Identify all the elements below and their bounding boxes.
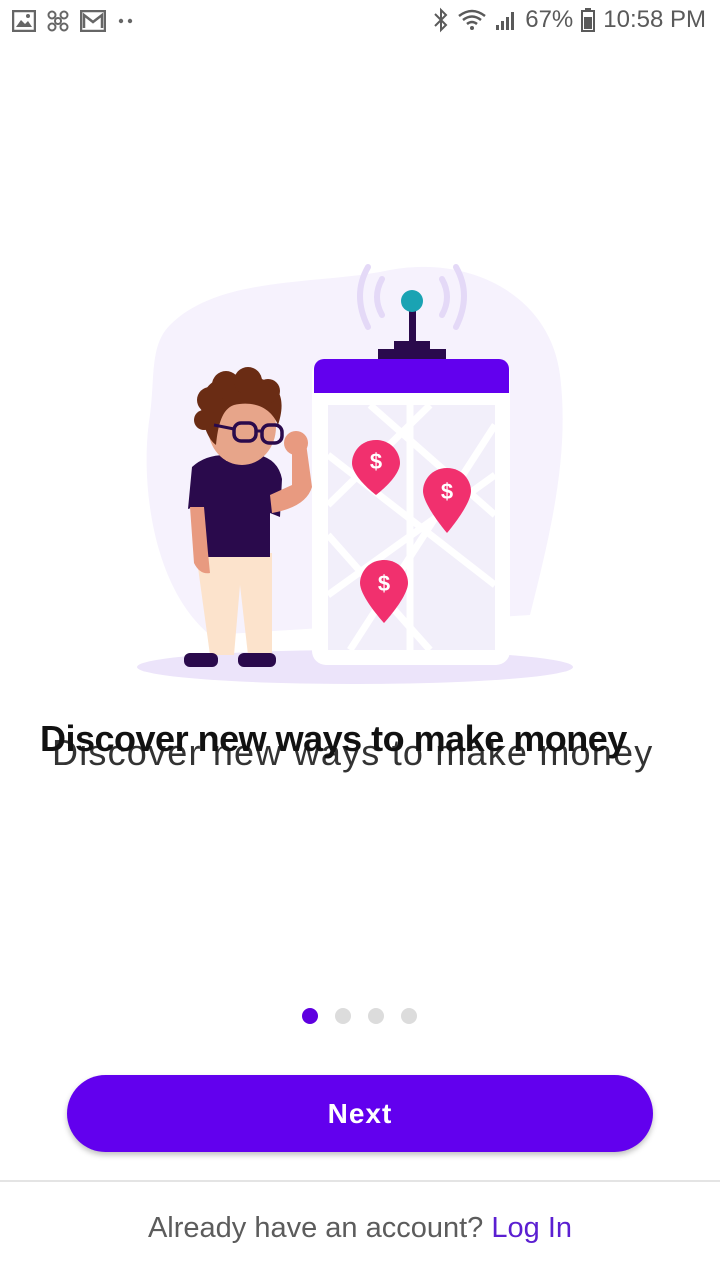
login-prompt-text: Already have an account?	[147, 1212, 484, 1244]
person-with-map-phone-illustration: $ $ $	[137, 264, 573, 684]
headline-area: Discover new ways to make money Discover…	[0, 718, 720, 798]
fan-icon	[47, 10, 69, 32]
next-button[interactable]: Next	[67, 1075, 653, 1152]
battery-icon	[581, 8, 596, 32]
svg-text:$: $	[441, 479, 453, 504]
wifi-icon	[458, 9, 486, 30]
bluetooth-icon	[434, 7, 448, 33]
divider	[0, 1180, 720, 1182]
clock: 10:58 PM	[603, 6, 706, 33]
onboarding-headline: Discover new ways to make money	[40, 718, 627, 759]
login-link[interactable]: Log In	[491, 1212, 572, 1244]
system-status: 67% 10:58 PM	[433, 6, 706, 34]
login-prompt: Already have an account? Log In	[0, 1212, 720, 1245]
page-dot-4[interactable]	[401, 1008, 417, 1024]
page-dot-3[interactable]	[368, 1008, 384, 1024]
svg-text:$: $	[370, 449, 382, 474]
image-icon	[12, 10, 36, 32]
status-bar: 67% 10:58 PM	[0, 0, 720, 44]
svg-text:$: $	[378, 571, 390, 596]
gmail-icon	[80, 10, 106, 32]
more-dots-icon	[118, 18, 133, 24]
page-dot-2[interactable]	[335, 1008, 351, 1024]
battery-percent: 67%	[525, 6, 574, 33]
signal-icon	[496, 12, 515, 30]
notification-icons	[12, 9, 136, 33]
page-indicator	[302, 1008, 417, 1024]
page-dot-1[interactable]	[302, 1008, 318, 1024]
